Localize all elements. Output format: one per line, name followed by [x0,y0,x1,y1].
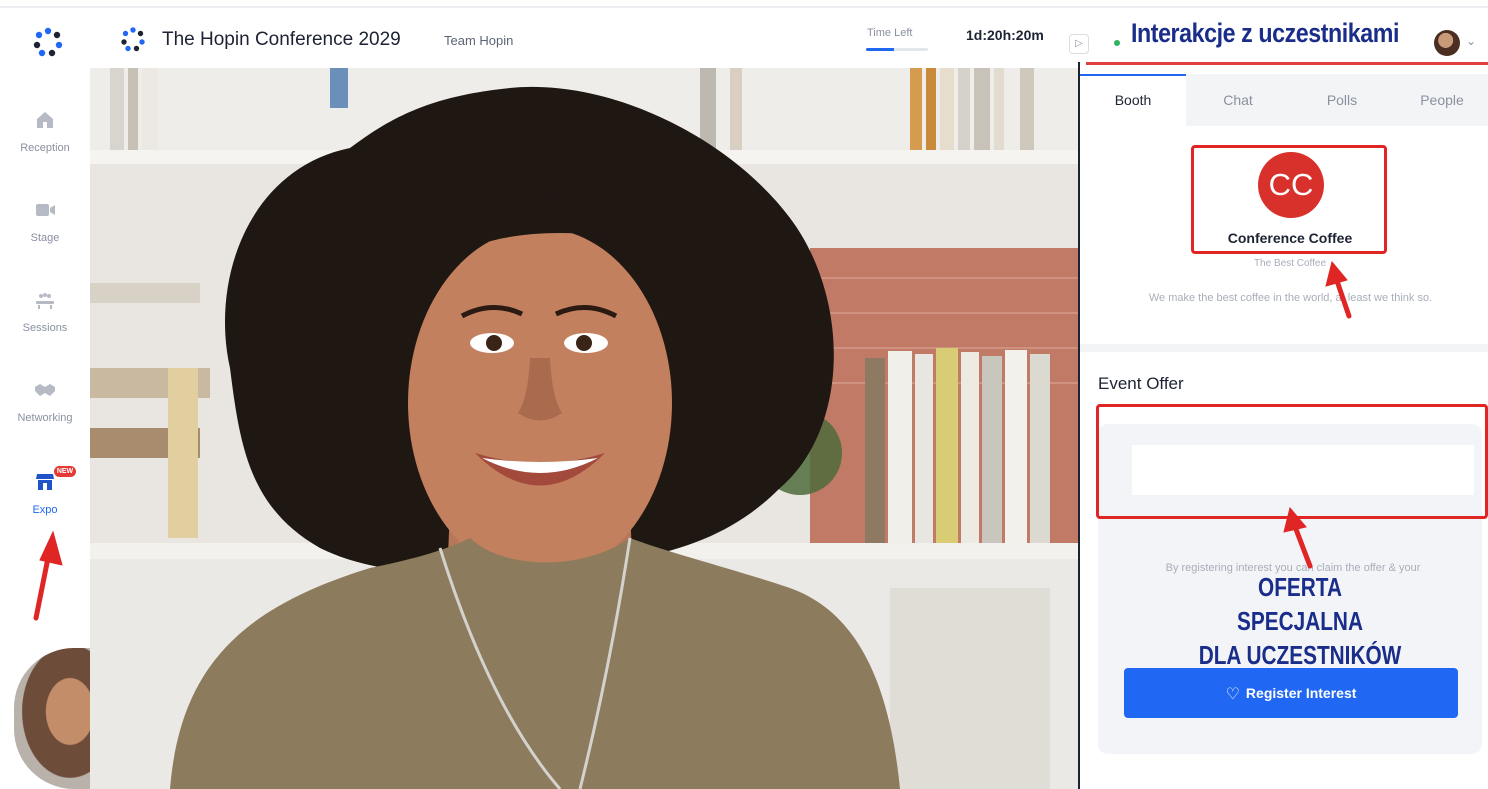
annotation-underline [1086,62,1488,65]
heart-icon: ♡ [1225,686,1240,703]
sidebar-item-label: Networking [17,412,73,424]
time-left-label: Time Left [867,27,913,39]
handshake-icon [35,384,55,396]
sidebar-item-label: Stage [30,232,60,244]
annotation-heading: Interakcje z uczestnikami [1131,18,1400,48]
chevron-down-icon[interactable]: ⌄ [1466,34,1476,48]
top-divider [0,6,1488,8]
collapse-panel-button[interactable]: ▷ [1069,34,1089,54]
self-video-thumbnail[interactable] [14,648,94,789]
tab-people[interactable]: People [1394,74,1488,126]
booth-tagline: The Best Coffee [1253,258,1327,269]
team-name[interactable]: Team Hopin [444,33,513,48]
event-title: The Hopin Conference 2029 [162,29,401,50]
booth-side-panel: Booth Chat Polls People CC Conference Co… [1078,62,1488,789]
annotation-box-offer [1096,404,1488,519]
annotation-offer-text: OFERTA SPECJALNA DLA UCZESTNIKÓW [1196,570,1404,672]
user-avatar[interactable] [1434,30,1460,56]
annotation-offer-line-1: OFERTA SPECJALNA [1237,572,1363,636]
top-bar: The Hopin Conference 2029 Team Hopin Tim… [0,0,1488,68]
sessions-icon [36,293,54,309]
video-camera-icon [36,204,55,216]
time-progress-fill [866,48,894,51]
time-left-value: 1d:20h:20m [966,27,1044,43]
new-badge: NEW [54,466,76,477]
panel-tabs: Booth Chat Polls People [1080,74,1488,126]
tab-chat[interactable]: Chat [1186,74,1290,126]
speaker-video-frame [90,68,1078,789]
tab-booth[interactable]: Booth [1080,74,1186,126]
booth-description: We make the best coffee in the world, at… [1148,292,1433,304]
time-progress-bar [866,48,928,51]
stage-video[interactable] [90,68,1078,789]
register-interest-button[interactable]: ♡ Register Interest [1124,668,1458,718]
sidebar-item-label: Reception [20,142,70,154]
register-interest-label: Register Interest [1245,685,1357,701]
sidebar-item-label: Sessions [22,322,68,334]
live-status-dot [1114,40,1120,46]
annotation-box-brand [1191,145,1387,254]
event-offer-title: Event Offer [1098,374,1184,393]
sidebar-item-expo[interactable]: NEW Expo [0,466,90,516]
annotation-offer-line-2: DLA UCZESTNIKÓW [1198,640,1402,670]
booth-icon [36,474,54,490]
sidebar-item-stage[interactable]: Stage [0,198,90,244]
sidebar-item-networking[interactable]: Networking [0,378,90,424]
bookshelf-right [865,348,1050,543]
hopin-logo-icon[interactable] [30,24,66,60]
section-divider [1080,344,1488,352]
home-icon [37,112,53,128]
sidebar-item-reception[interactable]: Reception [0,108,90,154]
event-logo-icon [121,27,145,52]
sidebar-nav: Reception Stage Sessions Networking NEW … [0,68,94,789]
sidebar-item-label: Expo [32,504,58,516]
sidebar-item-sessions[interactable]: Sessions [0,288,90,334]
tab-polls[interactable]: Polls [1290,74,1394,126]
